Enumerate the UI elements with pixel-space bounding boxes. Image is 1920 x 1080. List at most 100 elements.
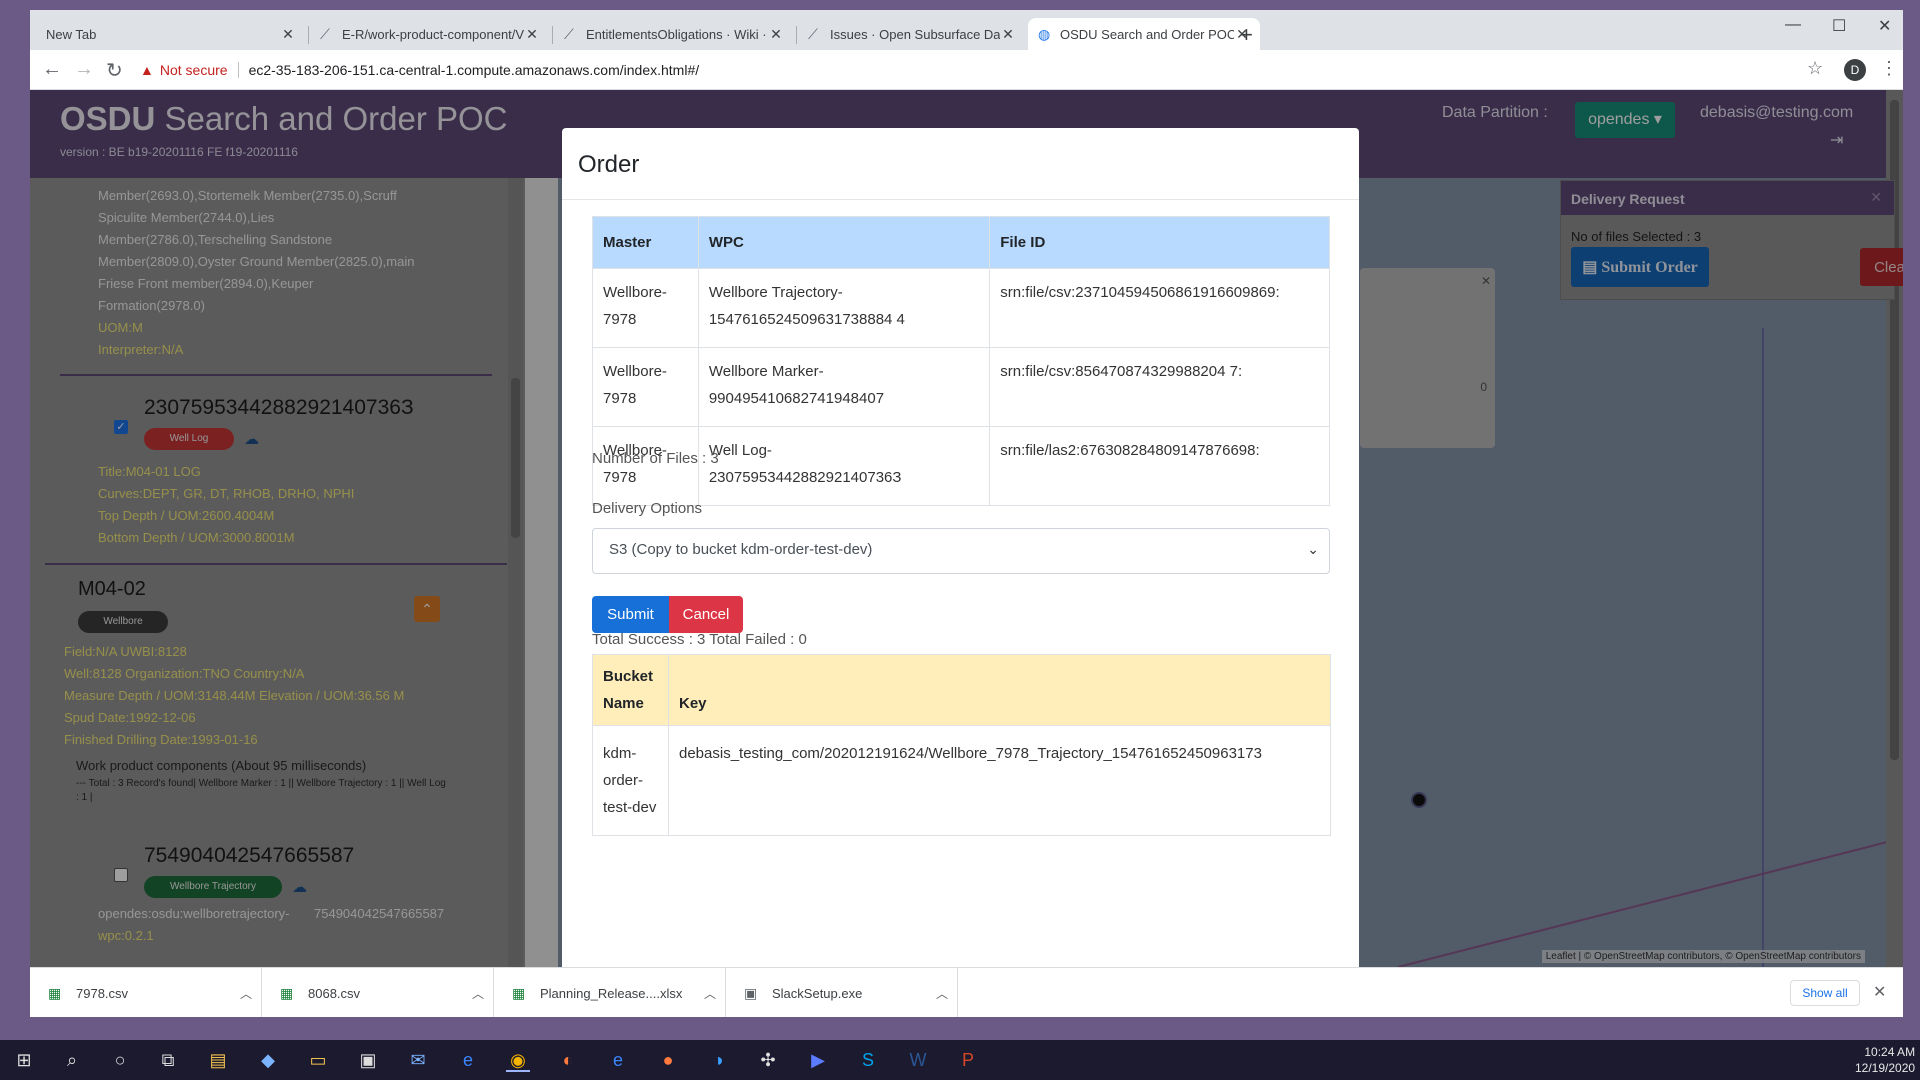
task-view-icon[interactable]: ⧉ <box>156 1048 180 1072</box>
close-icon[interactable]: ✕ <box>1000 26 1016 43</box>
chevron-up-icon[interactable]: ︿ <box>231 985 261 1002</box>
ie-icon[interactable]: e <box>606 1048 630 1072</box>
chevron-up-icon[interactable]: ︿ <box>463 985 493 1002</box>
close-icon[interactable]: ✕ <box>280 26 296 43</box>
download-item[interactable]: ▦ Planning_Release....xlsx ︿ <box>494 968 726 1017</box>
new-tab-plus-icon[interactable]: + <box>1240 22 1253 48</box>
wpc-text: Wellbore Marker- <box>708 363 824 380</box>
browser-menu-icon[interactable]: ⋮ <box>1880 58 1898 79</box>
modal-title: Order <box>578 151 640 178</box>
file-explorer-icon[interactable]: ▭ <box>306 1048 330 1072</box>
column-header-master: Master <box>592 216 699 269</box>
master-cell: Wellbore- 7978 <box>592 268 699 348</box>
modal-header: Order <box>562 128 1359 200</box>
zoom-icon[interactable]: ▶ <box>806 1048 830 1072</box>
tab-title: EntitlementsObligations · Wiki · C <box>586 26 768 42</box>
tab-entitlements-wiki[interactable]: ⟋ EntitlementsObligations · Wiki · C ✕ <box>554 18 794 50</box>
chevron-up-icon[interactable]: ︿ <box>695 985 725 1002</box>
chevron-up-icon[interactable]: ︿ <box>927 985 957 1002</box>
forward-arrow-icon[interactable]: → <box>74 58 94 81</box>
powerpoint-icon[interactable]: P <box>956 1048 980 1072</box>
tab-issues[interactable]: ⟋ Issues · Open Subsurface Data U ✕ <box>798 18 1026 50</box>
master-text: Wellbore- <box>603 284 667 301</box>
tab-work-product-component[interactable]: ⟋ E-R/work-product-component/V ✕ <box>310 18 550 50</box>
show-all-button[interactable]: Show all <box>1790 980 1860 1006</box>
app-icon[interactable]: ◆ <box>256 1048 280 1072</box>
bucket-cell: kdm-order-test-dev <box>592 725 669 836</box>
skype-icon[interactable]: S <box>856 1048 880 1072</box>
edge-icon[interactable]: e <box>456 1048 480 1072</box>
submit-button[interactable]: Submit <box>592 596 669 633</box>
cortana-icon[interactable]: ○ <box>108 1048 132 1072</box>
download-filename: Planning_Release....xlsx <box>540 985 683 1001</box>
word-icon[interactable]: W <box>906 1048 930 1072</box>
file-id-cell: srn:file/csv:237104594506861916609869: <box>989 268 1330 348</box>
download-item[interactable]: ▦ 8068.csv ︿ <box>262 968 494 1017</box>
chrome-icon[interactable]: ◉ <box>506 1048 530 1072</box>
back-arrow-icon[interactable]: ← <box>42 58 62 81</box>
spreadsheet-icon: ▦ <box>280 985 294 1001</box>
spreadsheet-icon: ▦ <box>48 985 62 1001</box>
wpc-text: 1547616524509631738884 4 <box>708 311 905 328</box>
sticky-notes-icon[interactable]: ▤ <box>206 1048 230 1072</box>
window-close-icon[interactable]: ✕ <box>1878 16 1891 36</box>
clock-date: 12/19/2020 <box>1855 1061 1916 1075</box>
table-header-row: Bucket Name Key <box>592 654 1331 726</box>
bookmark-star-icon[interactable]: ☆ <box>1807 58 1823 79</box>
key-cell: debasis_testing_com/202012191624/Wellbor… <box>668 725 1331 836</box>
page-icon: ⟋ <box>808 26 818 42</box>
reload-icon[interactable]: ↻ <box>106 58 123 83</box>
postman-icon[interactable]: ● <box>656 1048 680 1072</box>
taskbar-clock[interactable]: 10:24 AM 12/19/2020 <box>1855 1044 1915 1076</box>
tab-strip: New Tab ✕ ⟋ E-R/work-product-component/V… <box>30 10 1903 50</box>
table-row: Wellbore- 7978 Wellbore Trajectory- 154761… <box>592 268 1330 348</box>
wpc-cell: Wellbore Trajectory- 15476165245096317388… <box>697 268 991 348</box>
mail-icon[interactable]: ✉ <box>406 1048 430 1072</box>
minimize-icon[interactable]: — <box>1785 16 1801 34</box>
maximize-icon[interactable]: ☐ <box>1832 16 1846 36</box>
master-text: 7978 <box>603 311 637 328</box>
table-header-row: Master WPC File ID <box>592 216 1330 269</box>
download-filename: SlackSetup.exe <box>772 985 863 1001</box>
installer-icon: ▣ <box>744 985 758 1001</box>
windows-taskbar: ⊞ ⌕ ○ ⧉ ▤ ◆ ▭ ▣ ✉ e ◉ ◐ e ● ◑ ✣ ▶ S W P … <box>0 1040 1920 1080</box>
order-totals: Total Success : 3 Total Failed : 0 <box>592 631 807 648</box>
delivery-options-label: Delivery Options <box>592 500 703 517</box>
store-icon[interactable]: ▣ <box>356 1048 380 1072</box>
wpc-cell: Wellbore Marker- 990495410682741948407 <box>697 347 991 427</box>
profile-avatar[interactable]: D <box>1844 59 1866 81</box>
master-text: 7978 <box>603 469 637 486</box>
tab-new-tab[interactable]: New Tab ✕ <box>36 18 306 50</box>
page-icon: ⟋ <box>564 26 574 42</box>
column-header-key: Key <box>668 654 1331 726</box>
delivery-options-select[interactable]: S3 (Copy to bucket kdm-order-test-dev) ⌄ <box>592 528 1330 574</box>
search-icon[interactable]: ⌕ <box>60 1048 84 1072</box>
order-modal: Order Master WPC File ID Wellbore- 7978 <box>562 128 1359 967</box>
tab-title: E-R/work-product-component/V <box>342 26 524 42</box>
download-item[interactable]: ▦ 7978.csv ︿ <box>30 968 262 1017</box>
tab-osdu-search[interactable]: ◍ OSDU Search and Order POC ✕ <box>1028 18 1260 50</box>
tab-title: OSDU Search and Order POC <box>1060 26 1234 42</box>
globe-icon: ◍ <box>1038 26 1051 42</box>
table-row: Wellbore- 7978 Wellbore Marker- 9904954106… <box>592 347 1330 427</box>
spreadsheet-icon: ▦ <box>512 985 526 1001</box>
app-icon[interactable]: ◑ <box>706 1048 730 1072</box>
web-page: OSDU Search and Order POC version : BE b… <box>30 90 1903 967</box>
firefox-icon[interactable]: ◐ <box>556 1048 580 1072</box>
warning-icon: ▲ <box>140 62 154 78</box>
close-icon[interactable]: ✕ <box>1873 982 1886 1002</box>
file-id-cell: srn:file/csv:856470874329988204 7: <box>989 347 1330 427</box>
browser-toolbar: ← → ↻ ▲ Not secure ec2-35-183-206-151.ca… <box>30 50 1903 90</box>
address-bar[interactable]: ▲ Not secure ec2-35-183-206-151.ca-centr… <box>140 56 1800 84</box>
close-icon[interactable]: ✕ <box>524 26 540 43</box>
close-icon[interactable]: ✕ <box>768 26 784 43</box>
windows-start-icon[interactable]: ⊞ <box>12 1048 36 1072</box>
app-icon[interactable]: ✣ <box>756 1048 780 1072</box>
download-filename: 7978.csv <box>76 985 129 1001</box>
download-filename: 8068.csv <box>308 985 361 1001</box>
file-id-cell: srn:file/las2:676308284809147876698: <box>989 426 1330 506</box>
chevron-down-icon: ⌄ <box>1307 541 1319 557</box>
page-icon: ⟋ <box>320 26 330 42</box>
download-item[interactable]: ▣ SlackSetup.exe ︿ <box>726 968 958 1017</box>
cancel-button[interactable]: Cancel <box>669 596 743 633</box>
